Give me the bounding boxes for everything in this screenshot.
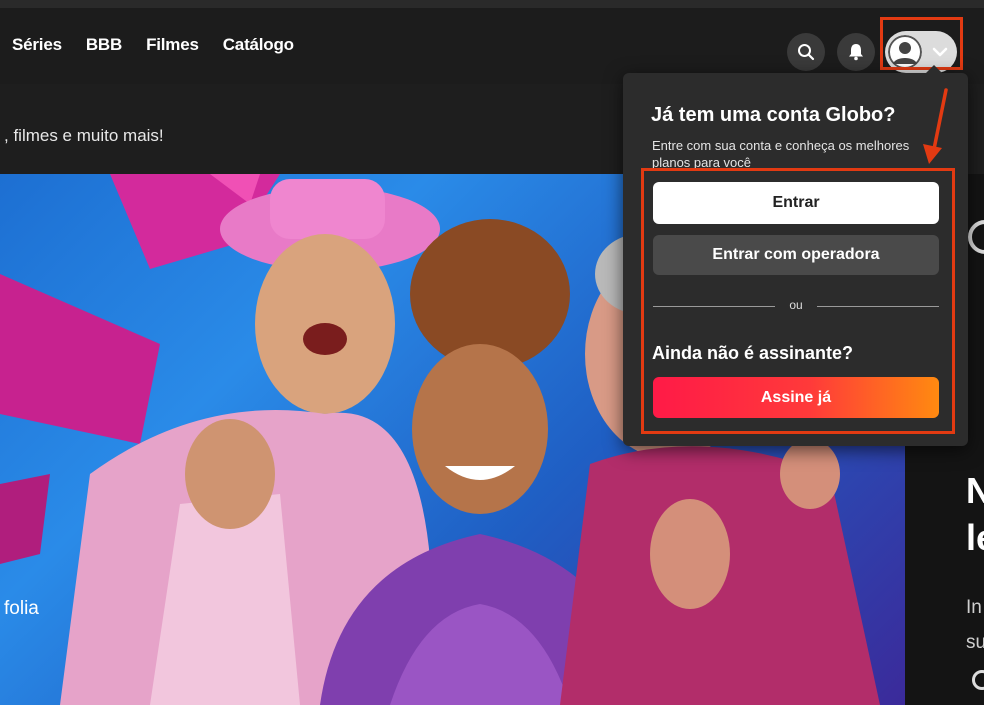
nav-item-series[interactable]: Séries xyxy=(12,35,62,55)
side-card-text-2: su xyxy=(966,632,984,653)
annotation-highlight-avatar xyxy=(880,17,963,70)
side-card-title-2: le xyxy=(966,517,984,558)
side-card-title-1: N xyxy=(966,470,984,511)
notifications-button[interactable] xyxy=(837,33,875,71)
search-button[interactable] xyxy=(787,33,825,71)
nav-item-filmes[interactable]: Filmes xyxy=(146,35,199,55)
browser-top-strip xyxy=(0,0,984,8)
annotation-highlight-box xyxy=(641,168,955,434)
hero-caption: folia xyxy=(4,598,39,619)
search-icon xyxy=(798,44,815,61)
side-card-text-1: In xyxy=(966,597,982,618)
login-title: Já tem uma conta Globo? xyxy=(651,104,896,126)
hero-subtitle: , filmes e muito mais! xyxy=(4,126,164,145)
main-nav: Séries BBB Filmes Catálogo xyxy=(12,35,318,55)
annotation-arrow-icon xyxy=(923,88,948,164)
nav-item-catalogo[interactable]: Catálogo xyxy=(223,35,294,55)
login-description: Entre com sua conta e conheça os melhore… xyxy=(652,138,910,170)
nav-item-bbb[interactable]: BBB xyxy=(86,35,122,55)
bell-icon xyxy=(849,44,863,61)
